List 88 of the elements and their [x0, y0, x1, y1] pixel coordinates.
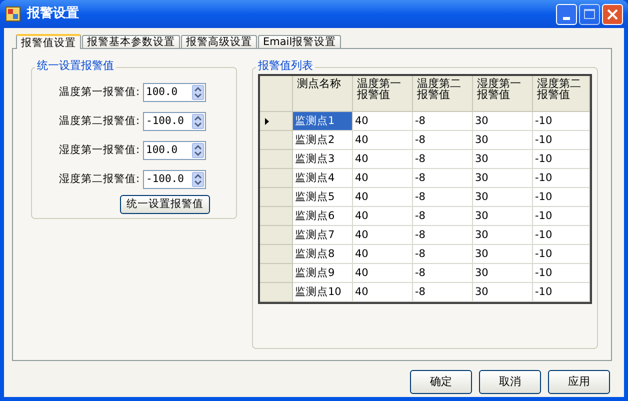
- spin-field[interactable]: 100.0: [143, 83, 206, 102]
- minimize-icon: [563, 16, 570, 20]
- tab[interactable]: 报警值设置: [16, 34, 81, 49]
- table-cell: -10: [533, 188, 590, 207]
- minimize-button[interactable]: [556, 4, 577, 24]
- table-cell: 监测点7: [293, 226, 353, 245]
- table-cell: 30: [473, 245, 533, 264]
- table-cell: 30: [473, 226, 533, 245]
- window-title: 报警设置: [27, 5, 80, 24]
- table-cell: 30: [473, 188, 533, 207]
- field-label: 温度第二报警值:: [59, 114, 141, 129]
- table-cell: 30: [473, 169, 533, 188]
- tab[interactable]: 报警高级设置: [181, 35, 257, 48]
- spin-field[interactable]: -100.0: [143, 170, 206, 189]
- dialog-button[interactable]: 应用: [548, 370, 610, 394]
- table-cell: 监测点10: [293, 283, 353, 302]
- table-cell: 30: [473, 207, 533, 226]
- table-cell: 40: [353, 188, 413, 207]
- table-cell: 40: [353, 207, 413, 226]
- table-cell: 40: [353, 283, 413, 302]
- table-cell: -10: [533, 264, 590, 283]
- spin-field[interactable]: 100.0: [143, 141, 206, 160]
- tab[interactable]: 报警基本参数设置: [82, 35, 180, 48]
- table-cell: -10: [533, 245, 590, 264]
- table-cell: 监测点3: [293, 150, 353, 169]
- spin-arrows-icon[interactable]: [192, 114, 204, 129]
- column-header[interactable]: 温度第二报警值: [413, 76, 473, 112]
- app-icon: [5, 6, 21, 22]
- table-cell: 30: [473, 150, 533, 169]
- table-cell: -10: [533, 226, 590, 245]
- table-cell: 30: [473, 264, 533, 283]
- table-cell: -8: [413, 112, 473, 131]
- table-cell: -10: [533, 169, 590, 188]
- current-row-icon: [265, 118, 269, 124]
- table-cell: -8: [413, 169, 473, 188]
- tab[interactable]: Email报警设置: [258, 35, 342, 48]
- table-cell: 监测点2: [293, 131, 353, 150]
- table-cell: -8: [413, 188, 473, 207]
- table-cell: 30: [473, 283, 533, 302]
- table-cell: 40: [353, 112, 413, 131]
- group-title: 统一设置报警值: [35, 59, 116, 73]
- table-cell: 40: [353, 169, 413, 188]
- column-header[interactable]: 温度第一报警值: [353, 76, 413, 112]
- spin-arrows-icon[interactable]: [192, 85, 204, 100]
- table-cell: -8: [413, 245, 473, 264]
- row-header[interactable]: [260, 112, 293, 131]
- table-cell: -8: [413, 226, 473, 245]
- table-cell: -8: [413, 207, 473, 226]
- table-cell: 30: [473, 131, 533, 150]
- field-label: 温度第一报警值:: [59, 84, 141, 100]
- maximize-icon: [584, 9, 595, 19]
- close-button[interactable]: [602, 4, 623, 24]
- table-cell: 40: [353, 245, 413, 264]
- column-header[interactable]: 测点名称: [293, 76, 353, 112]
- table-cell: 监测点6: [293, 207, 353, 226]
- table-cell: 监测点8: [293, 245, 353, 264]
- table-cell: 监测点9: [293, 264, 353, 283]
- spin-arrows-icon[interactable]: [192, 172, 204, 187]
- table-cell: -10: [533, 150, 590, 169]
- table-cell: 40: [353, 226, 413, 245]
- field-label: 湿度第一报警值:: [59, 142, 141, 158]
- table-cell: 40: [353, 131, 413, 150]
- dialog-button[interactable]: 确定: [410, 370, 472, 394]
- column-header[interactable]: 湿度第二报警值: [533, 76, 590, 112]
- maximize-button[interactable]: [579, 4, 600, 24]
- table-cell: 30: [473, 112, 533, 131]
- header-corner: [260, 76, 293, 112]
- table-cell: -8: [413, 264, 473, 283]
- set-all-button[interactable]: 统一设置报警值: [120, 195, 210, 214]
- table-cell: 40: [353, 264, 413, 283]
- table-cell: 监测点5: [293, 188, 353, 207]
- table-cell: 40: [353, 150, 413, 169]
- column-header[interactable]: 湿度第一报警值: [473, 76, 533, 112]
- table-cell: -8: [413, 150, 473, 169]
- table-cell: -10: [533, 207, 590, 226]
- close-icon: [607, 8, 618, 20]
- table-cell: -10: [533, 112, 590, 131]
- group-title: 报警值列表: [256, 59, 315, 73]
- spin-arrows-icon[interactable]: [192, 143, 204, 158]
- table-cell: 监测点4: [293, 169, 353, 188]
- dialog-button[interactable]: 取消: [479, 370, 541, 394]
- field-label: 湿度第二报警值:: [59, 172, 141, 187]
- table-cell: -8: [413, 131, 473, 150]
- table-cell: -8: [413, 283, 473, 302]
- table-cell: -10: [533, 131, 590, 150]
- table-cell: 监测点1: [293, 112, 353, 131]
- spin-field[interactable]: -100.0: [143, 112, 206, 131]
- table-cell: -10: [533, 283, 590, 302]
